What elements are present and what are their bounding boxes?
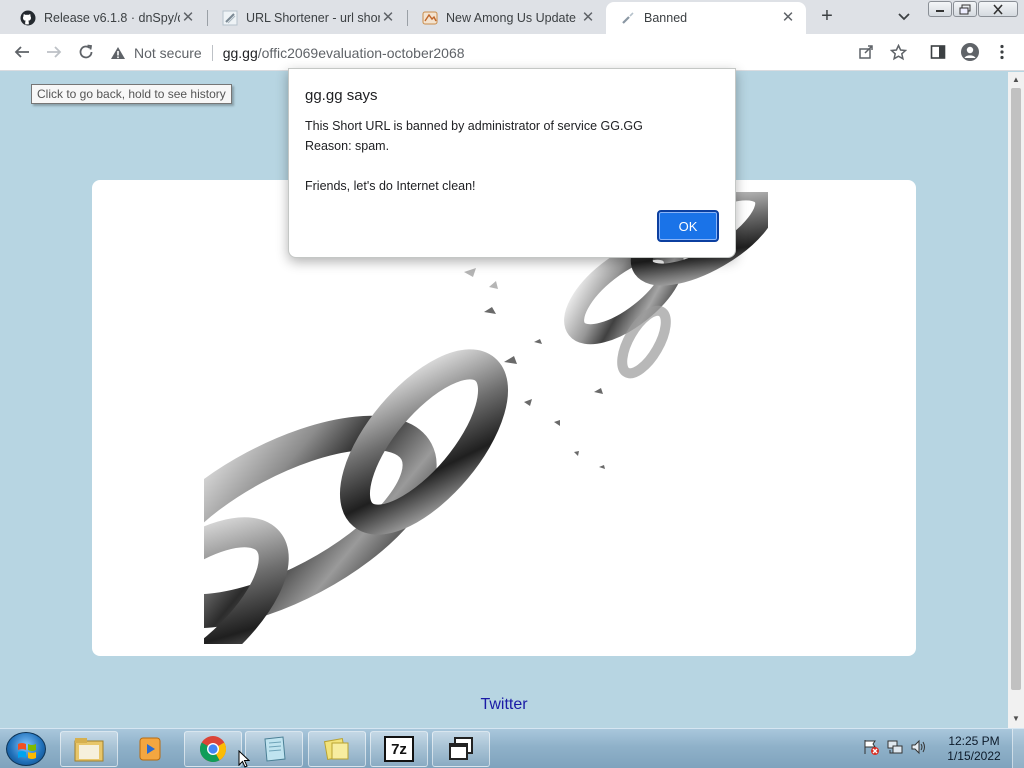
arrow-right-icon	[47, 46, 62, 58]
taskbar-chrome[interactable]	[184, 731, 242, 767]
scroll-up-icon[interactable]: ▲	[1012, 75, 1020, 84]
minimize-icon	[936, 10, 944, 12]
menu-button[interactable]	[992, 42, 1012, 62]
tab-strip: Release v6.1.8 · dnSpy/dn ✕ URL Shortene…	[0, 0, 1024, 34]
ok-button[interactable]: OK	[657, 210, 719, 242]
clock-time: 12:25 PM	[948, 734, 1000, 748]
tab-title: URL Shortener - url short	[246, 11, 380, 25]
bookmark-button[interactable]	[888, 42, 908, 62]
address-bar[interactable]: Not secure gg.gg/offic2069evaluation-oct…	[110, 38, 850, 67]
url-host: gg.gg	[222, 44, 258, 61]
star-icon	[889, 43, 907, 60]
avatar-icon	[961, 43, 979, 61]
system-tray	[862, 735, 942, 763]
taskbar-window-switcher[interactable]	[432, 731, 490, 767]
browser-toolbar: Not secure gg.gg/offic2069evaluation-oct…	[0, 34, 1024, 71]
tab-among-us-update[interactable]: New Among Us Update - ✕	[408, 2, 606, 34]
scrollbar-thumb[interactable]	[1011, 88, 1021, 690]
omnibox-divider	[211, 44, 213, 61]
tab-url-shortener[interactable]: URL Shortener - url short ✕	[208, 2, 406, 34]
chevron-down-icon[interactable]	[895, 7, 913, 25]
start-button[interactable]	[6, 732, 46, 766]
taskbar-file-explorer[interactable]	[60, 731, 118, 767]
restore-icon	[959, 4, 971, 14]
taskbar-clock[interactable]: 12:25 PM 1/15/2022	[942, 734, 1006, 764]
back-button-tooltip: Click to go back, hold to see history	[31, 84, 232, 104]
reload-button[interactable]	[76, 42, 96, 62]
close-tab-icon[interactable]: ✕	[180, 10, 196, 26]
scroll-down-icon[interactable]: ▼	[1012, 714, 1020, 723]
taskbar-7zip[interactable]: 7z	[370, 731, 428, 767]
media-player-icon	[139, 737, 161, 761]
share-icon	[859, 45, 873, 59]
url-path: /offic2069evaluation-october2068	[257, 44, 465, 61]
tab-banned[interactable]: Banned ✕	[606, 2, 806, 34]
taskbar-media-player[interactable]	[121, 731, 179, 767]
page-scrollbar[interactable]: ▲ ▼	[1008, 72, 1024, 728]
windows-logo-icon	[18, 743, 36, 759]
new-tab-button[interactable]: +	[816, 5, 838, 27]
close-tab-icon[interactable]: ✕	[580, 10, 596, 26]
github-icon	[20, 10, 36, 26]
alert-dialog: gg.gg says This Short URL is banned by a…	[288, 68, 736, 258]
side-panel-button[interactable]	[928, 42, 948, 62]
dialog-message: This Short URL is banned by administrato…	[305, 119, 643, 193]
chrome-icon	[199, 736, 227, 762]
tab-title: Banned	[644, 11, 688, 25]
minimize-button[interactable]	[928, 1, 952, 17]
restore-button[interactable]	[953, 1, 977, 17]
back-button[interactable]	[12, 42, 32, 62]
action-center-icon[interactable]	[862, 738, 880, 761]
window-switcher-icon	[449, 737, 473, 760]
7zip-icon: 7z	[384, 736, 414, 762]
twitter-link[interactable]: Twitter	[0, 696, 1008, 714]
tab-dnspy-release[interactable]: Release v6.1.8 · dnSpy/dn ✕	[6, 2, 206, 34]
close-icon	[993, 3, 1003, 15]
side-panel-icon	[930, 45, 946, 59]
forward-button[interactable]	[44, 42, 64, 62]
taskbar-notepad[interactable]	[245, 731, 303, 767]
file-explorer-icon	[74, 738, 104, 762]
chain-icon	[222, 10, 238, 26]
broken-chain-image	[204, 192, 768, 644]
volume-icon[interactable]	[910, 738, 928, 761]
tab-title: New Among Us Update -	[446, 11, 580, 25]
warning-icon[interactable]	[110, 46, 128, 60]
mouse-cursor-icon	[238, 750, 250, 768]
show-desktop-button[interactable]	[1012, 729, 1024, 768]
chain-icon	[620, 10, 636, 26]
profile-button[interactable]	[960, 42, 980, 62]
close-tab-icon[interactable]: ✕	[380, 10, 396, 26]
share-button[interactable]	[856, 42, 876, 62]
security-status-label[interactable]: Not secure	[134, 45, 202, 61]
close-window-button[interactable]	[978, 1, 1018, 17]
kebab-menu-icon	[1000, 44, 1004, 60]
clock-date: 1/15/2022	[947, 749, 1001, 763]
network-icon[interactable]	[886, 738, 904, 761]
close-tab-icon[interactable]: ✕	[780, 10, 796, 26]
folder-icon	[323, 737, 349, 761]
taskbar-folder[interactable]	[308, 731, 366, 767]
arrow-left-icon	[14, 46, 29, 58]
windows-taskbar: 7z 12:25 PM 1/15/2022	[0, 728, 1024, 768]
dialog-title: gg.gg says	[305, 87, 378, 104]
reload-icon	[79, 44, 93, 59]
article-icon	[422, 10, 438, 26]
tab-title: Release v6.1.8 · dnSpy/dn	[44, 11, 180, 25]
notepad-icon	[264, 736, 286, 762]
